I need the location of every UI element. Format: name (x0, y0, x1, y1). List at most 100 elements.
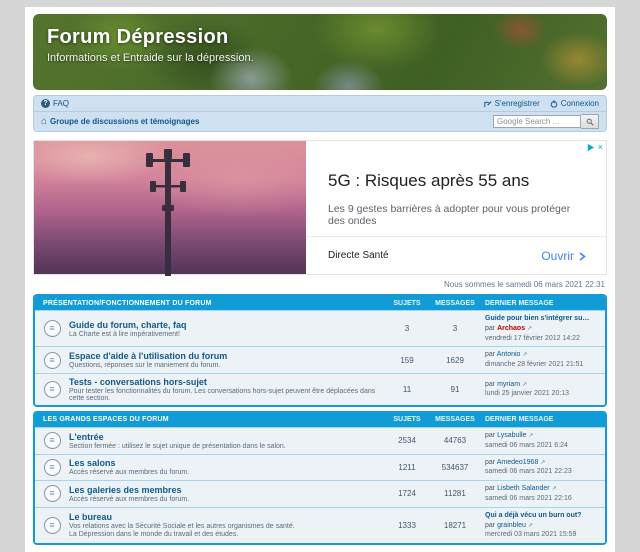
topics-count: 2534 (398, 436, 416, 446)
forum-link[interactable]: Le bureau (69, 512, 383, 522)
adchoices-icon[interactable] (586, 143, 595, 152)
topics-column-header: SUJETS (393, 299, 421, 307)
topics-count: 3 (404, 324, 410, 334)
breadcrumb[interactable]: ⌂ Groupe de discussions et témoignages (41, 115, 200, 127)
login-link[interactable]: Connexion (550, 99, 599, 108)
forum-link[interactable]: L'entrée (69, 432, 383, 442)
goto-last-post-icon[interactable]: ↗ (528, 433, 533, 439)
messages-count: 11281 (444, 489, 466, 499)
site-banner[interactable]: Forum Dépression Informations et Entraid… (33, 14, 607, 90)
search-input[interactable] (493, 115, 581, 128)
register-label: S'enregistrer (494, 99, 540, 108)
last-user-link[interactable]: Amedeo1968 (497, 459, 539, 466)
site-subtitle: Informations et Entraide sur la dépressi… (47, 52, 254, 64)
goto-last-post-icon[interactable]: ↗ (527, 326, 532, 332)
forum-row-bureau[interactable]: ≡ Le bureau Vos relations avec la Sécuri… (35, 506, 605, 544)
forum-row-entree[interactable]: ≡ L'entrée Section fermée : utilisez le … (35, 426, 605, 454)
last-topic-link[interactable]: Guide pour bien s'intégrer su… (485, 314, 599, 324)
last-post-date: mercredi 03 mars 2021 15:59 (485, 531, 577, 539)
forum-icon: ≡ (43, 432, 61, 450)
cell-tower-silhouette (146, 149, 190, 276)
forum-description: Pour tester les fonctionnalités du forum… (69, 387, 376, 402)
ad-advertiser: Directe Santé (328, 250, 389, 261)
forum-icon: ≡ (43, 516, 61, 534)
ad-content: 5G : Risques après 55 ans Les 9 gestes b… (306, 141, 606, 274)
ad-banner[interactable]: 5G : Risques après 55 ans Les 9 gestes b… (33, 140, 607, 276)
topics-count: 1211 (398, 462, 416, 472)
goto-last-post-icon[interactable]: ↗ (522, 352, 527, 358)
ad-open-button[interactable]: Ouvrir (541, 249, 586, 263)
messages-count: 91 (450, 384, 460, 394)
by-label: par (485, 380, 496, 388)
login-label: Connexion (560, 99, 599, 108)
question-icon: ? (41, 99, 50, 108)
last-message-cell: par Lysabulle ↗ samedi 06 mars 2021 6:24 (479, 431, 605, 451)
last-post-date: samedi 06 mars 2021 22:16 (485, 494, 572, 502)
ad-headline[interactable]: 5G : Risques après 55 ans (328, 171, 529, 191)
ad-cta-label: Ouvrir (541, 249, 574, 263)
last-user-link[interactable]: Antonio (497, 351, 521, 358)
goto-last-post-icon[interactable]: ↗ (522, 382, 527, 388)
last-message-cell: Qui a déjà vécu un burn out? par grainbl… (479, 511, 605, 540)
by-label: par (485, 431, 496, 439)
forum-link[interactable]: Guide du forum, charte, faq (69, 320, 383, 330)
forum-icon: ≡ (43, 351, 61, 369)
site-title: Forum Dépression (47, 26, 229, 48)
forum-row-galeries[interactable]: ≡ Les galeries des membres Accès réservé… (35, 480, 605, 507)
last-user-link[interactable]: grainbleu (497, 522, 526, 529)
lastmessage-column-header: DERNIER MESSAGE (485, 299, 554, 307)
forum-row-aide[interactable]: ≡ Espace d'aide à l'utilisation du forum… (35, 346, 605, 373)
forum-row-tests[interactable]: ≡ Tests - conversations hors-sujet Pour … (35, 372, 605, 405)
section-header: PRÉSENTATION/FONCTIONNEMENT DU FORUM SUJ… (35, 296, 605, 310)
ad-photo-cell-tower (34, 141, 306, 276)
by-label: par (485, 485, 496, 493)
search-icon (586, 118, 594, 126)
topics-count: 1333 (398, 520, 416, 530)
last-user-link[interactable]: Archaos (497, 325, 525, 332)
forum-row-salons[interactable]: ≡ Les salons Accès réservé aux membres d… (35, 453, 605, 481)
forum-description: Accès réservé aux membres du forum. (69, 469, 190, 477)
last-topic-link[interactable]: Qui a déjà vécu un burn out? (485, 511, 599, 521)
messages-count: 534637 (441, 462, 469, 472)
forum-link[interactable]: Les galeries des membres (69, 485, 383, 495)
forum-link[interactable]: Espace d'aide à l'utilisation du forum (69, 351, 383, 361)
faq-label: FAQ (53, 99, 70, 108)
last-user-link[interactable]: Lysabulle (497, 432, 526, 439)
last-message-cell: Guide pour bien s'intégrer su… par Archa… (479, 314, 605, 343)
forum-row-guide[interactable]: ≡ Guide du forum, charte, faq La Charte … (35, 310, 605, 347)
messages-column-header: MESSAGES (435, 299, 475, 307)
last-user-link[interactable]: Lisbeth Salander (497, 485, 550, 492)
messages-count: 18271 (443, 520, 467, 530)
faq-link[interactable]: ? FAQ (41, 99, 69, 108)
pencil-icon (483, 100, 492, 107)
section-title[interactable]: PRÉSENTATION/FONCTIONNEMENT DU FORUM (35, 300, 383, 307)
goto-last-post-icon[interactable]: ↗ (540, 460, 545, 466)
topbar: ? FAQ S'enregistrer Connexion (33, 95, 607, 112)
forum-description: Vos relations avec la Sécurité Sociale e… (69, 523, 295, 531)
forum-link[interactable]: Les salons (69, 458, 383, 468)
goto-last-post-icon[interactable]: ↗ (528, 523, 533, 529)
navigation: ? FAQ S'enregistrer Connexion ⌂ Groupe d… (33, 95, 607, 132)
forum-description: Accès réservé aux membres du forum. (69, 495, 190, 503)
ad-close-icon[interactable]: × (598, 143, 603, 152)
topics-column-header: SUJETS (393, 416, 421, 424)
last-user-link[interactable]: myriam (497, 381, 520, 388)
last-post-date: lundi 25 janvier 2021 20:13 (485, 390, 570, 398)
topics-count: 11 (402, 384, 412, 394)
forum-section-grands-espaces: LES GRANDS ESPACES DU FORUM SUJETS MESSA… (33, 410, 607, 546)
forum-description-2: La Dépression dans le monde du travail e… (69, 531, 239, 539)
power-icon (550, 99, 558, 108)
section-title[interactable]: LES GRANDS ESPACES DU FORUM (35, 416, 383, 423)
by-label: par (485, 324, 496, 332)
forum-description: Section fermée : utilisez le sujet uniqu… (69, 442, 286, 450)
goto-last-post-icon[interactable]: ↗ (552, 486, 557, 492)
last-post-date: samedi 06 mars 2021 6:24 (485, 441, 568, 449)
search-button[interactable] (581, 114, 599, 129)
forum-link[interactable]: Tests - conversations hors-sujet (69, 377, 383, 387)
topics-count: 159 (400, 355, 414, 365)
forum-icon: ≡ (43, 380, 61, 398)
breadcrumb-label: Groupe de discussions et témoignages (50, 117, 200, 126)
ad-subline: Les 9 gestes barrières à adopter pour vo… (328, 203, 571, 227)
home-icon: ⌂ (41, 115, 48, 127)
register-link[interactable]: S'enregistrer (483, 99, 540, 108)
